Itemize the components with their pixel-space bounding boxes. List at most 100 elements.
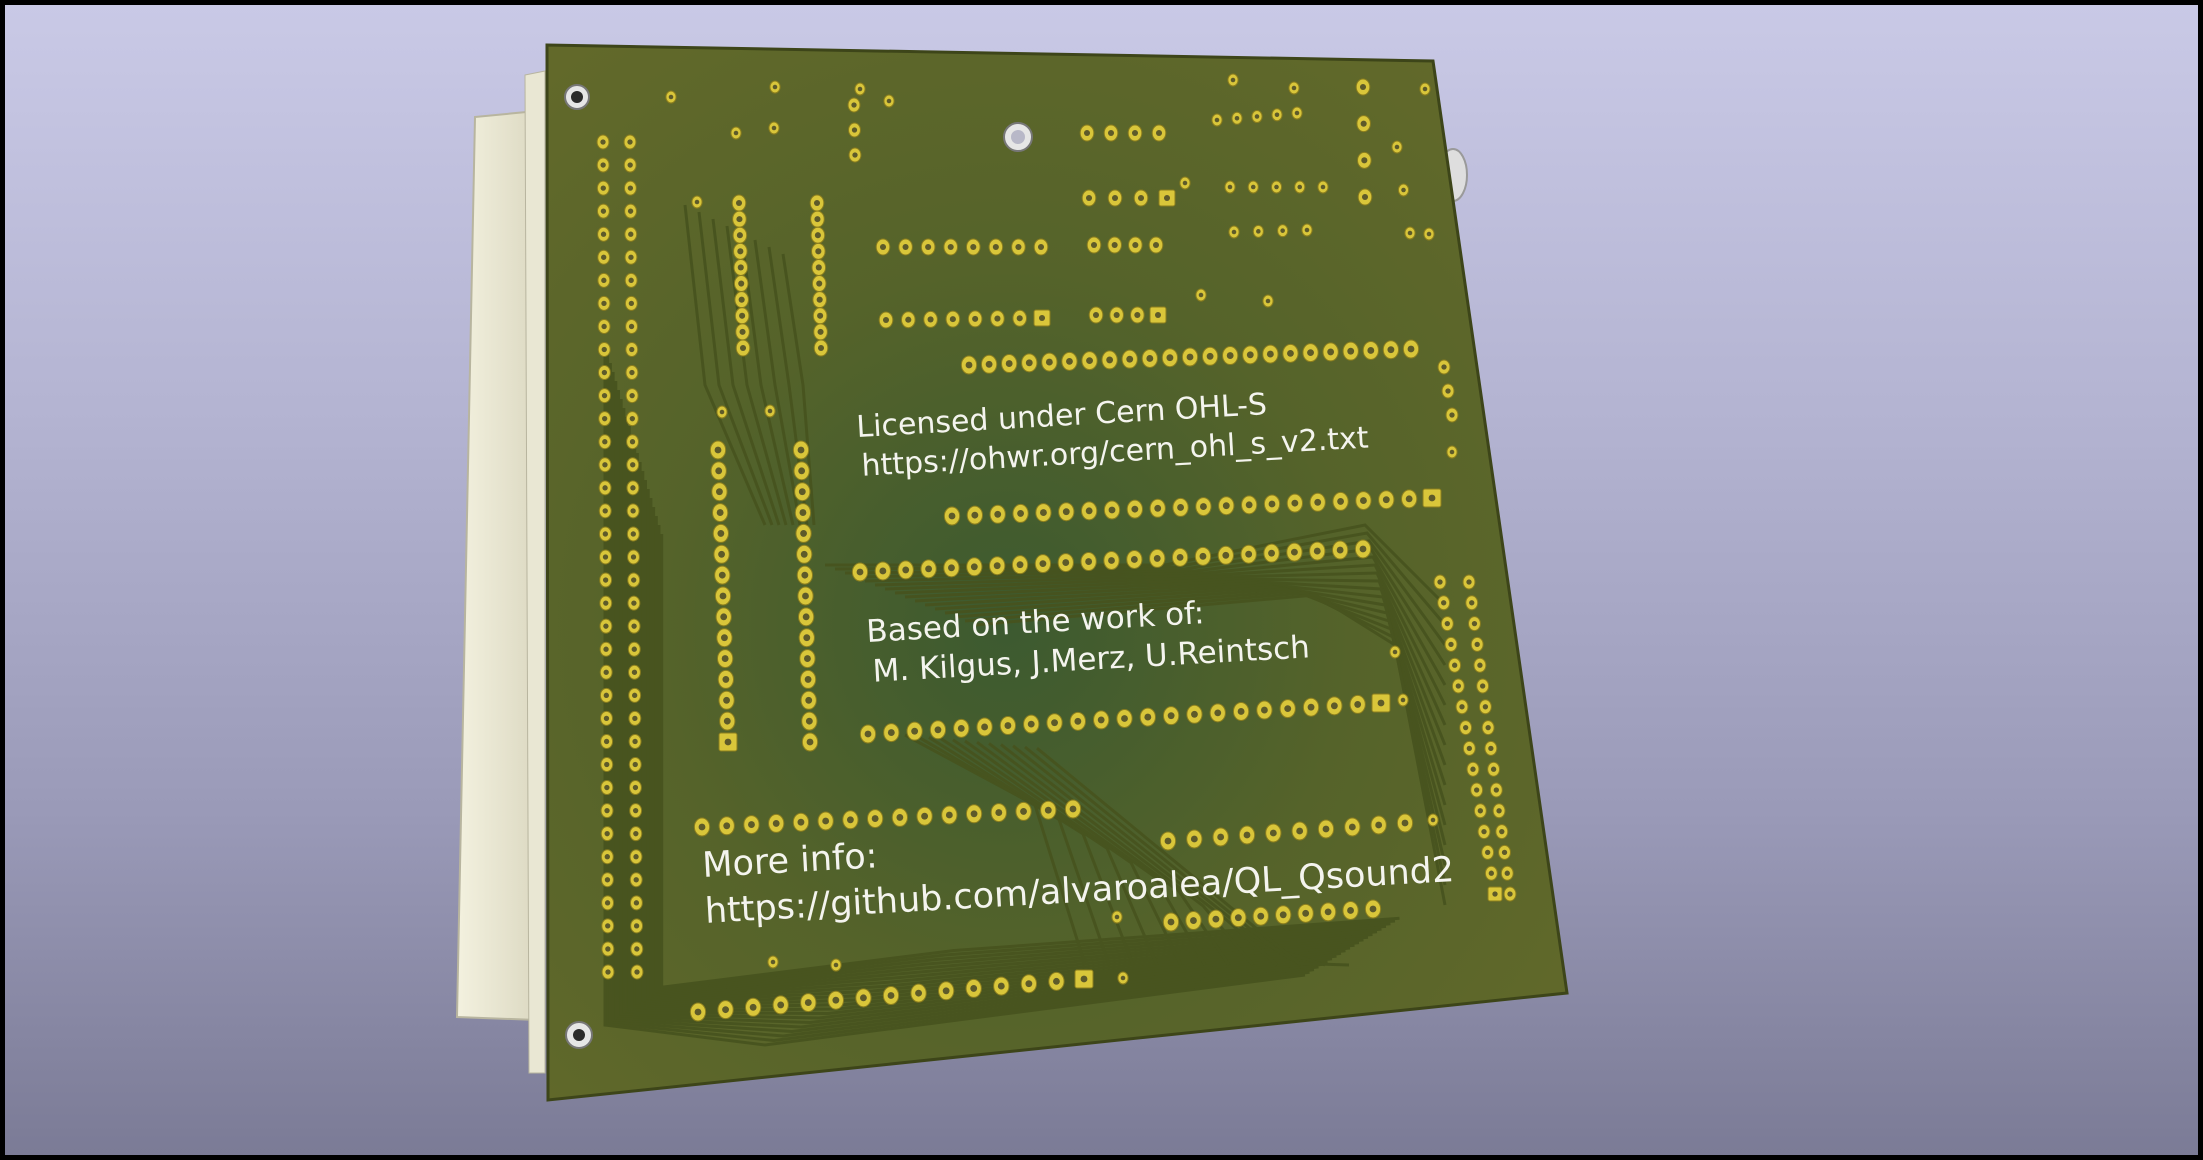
pad-hole — [603, 669, 609, 675]
pad-hole — [852, 152, 858, 158]
pad-hole — [1199, 552, 1207, 560]
pad-hole — [631, 600, 637, 606]
pad-hole — [1040, 509, 1047, 516]
pad-hole — [800, 530, 807, 537]
pad-hole — [1256, 229, 1261, 234]
pad-hole — [1445, 388, 1451, 394]
pad-hole — [631, 669, 638, 675]
pad-hole — [694, 1008, 702, 1016]
pad-hole — [601, 369, 608, 376]
pad-hole — [1361, 157, 1368, 164]
pad-hole — [631, 577, 637, 583]
pad-hole — [1360, 497, 1367, 504]
pad-hole — [1279, 911, 1287, 919]
edge-connector-side — [524, 70, 546, 1074]
pad-hole — [1466, 745, 1472, 752]
pad-hole — [601, 254, 607, 260]
pad-hole — [1437, 579, 1443, 585]
pad-hole — [1131, 129, 1139, 137]
pad-hole — [1449, 449, 1455, 455]
pad-hole — [1496, 808, 1502, 814]
pad-hole — [1039, 560, 1047, 568]
pad-hole — [1113, 311, 1120, 319]
pad-hole — [1111, 194, 1119, 202]
pad-hole — [1441, 364, 1447, 370]
pad-hole — [927, 316, 934, 323]
pad-hole — [737, 264, 744, 271]
pad-hole — [985, 360, 993, 368]
pad-hole — [1474, 641, 1480, 648]
pad-hole — [949, 316, 956, 323]
pad-hole — [771, 125, 777, 131]
pad-hole — [1444, 620, 1450, 627]
pad-hole — [1212, 915, 1220, 923]
pad-hole — [1382, 496, 1390, 504]
pad-hole — [804, 676, 812, 683]
pad-hole — [1322, 825, 1330, 833]
pad-hole — [816, 280, 823, 287]
pad-hole — [1268, 500, 1276, 508]
pad-hole — [1214, 709, 1222, 717]
pad-hole — [602, 462, 608, 468]
pad-hole — [921, 812, 929, 820]
pad-hole — [1490, 766, 1497, 772]
3d-viewer-canvas[interactable]: Licensed under Cern OHL-S https://ohwr.o… — [5, 5, 2198, 1155]
pad-hole — [1246, 351, 1254, 359]
pad-hole — [915, 989, 922, 997]
pad-hole — [942, 987, 950, 995]
pad-hole — [1017, 510, 1024, 517]
pad-hole — [1038, 314, 1046, 322]
pad-hole — [799, 509, 807, 516]
pad-hole — [1359, 83, 1367, 91]
pad-hole — [879, 567, 887, 575]
pad-hole — [886, 98, 892, 104]
pad-hole — [798, 488, 806, 496]
pad-hole — [1155, 129, 1163, 137]
pad-hole — [1387, 346, 1395, 354]
pad-hole — [629, 392, 635, 399]
pad-hole — [717, 530, 725, 537]
pad-hole — [814, 216, 821, 223]
pad-hole — [1407, 345, 1415, 353]
pad-hole — [601, 300, 607, 307]
pad-hole — [1284, 705, 1292, 713]
pad-hole — [1111, 241, 1118, 249]
pad-hole — [1493, 787, 1499, 793]
pad-hole — [1307, 703, 1315, 711]
pad-hole — [1144, 713, 1152, 721]
pad-hole — [722, 676, 730, 683]
pad-hole — [724, 738, 732, 746]
pad-hole — [698, 823, 706, 831]
pad-hole — [911, 727, 919, 735]
pad-hole — [1348, 823, 1356, 831]
pad-hole — [1407, 230, 1413, 236]
pad-hole — [628, 323, 635, 330]
pad-hole — [1455, 683, 1461, 689]
pad-hole — [800, 550, 808, 558]
pad-hole — [600, 139, 606, 145]
pad-hole — [1401, 187, 1406, 193]
pad-hole — [767, 408, 773, 414]
pad-hole — [604, 877, 611, 883]
pad-hole — [1291, 85, 1297, 91]
pad-hole — [629, 439, 636, 445]
pad-hole — [722, 1006, 729, 1014]
pad-hole — [1137, 194, 1145, 202]
pad-hole — [723, 696, 730, 704]
pad-hole — [1274, 184, 1279, 190]
pad-hole — [720, 613, 728, 621]
pad-hole — [739, 312, 746, 319]
pad-hole — [1226, 352, 1234, 359]
pad-hole — [630, 531, 636, 537]
pad-hole — [1501, 849, 1508, 856]
pad-hole — [632, 692, 638, 698]
pad-hole — [948, 564, 955, 572]
pad-hole — [860, 994, 867, 1002]
pad-hole — [945, 811, 953, 819]
pad-hole — [604, 831, 610, 837]
pad-hole — [1448, 641, 1454, 648]
pad-hole — [1167, 918, 1175, 926]
pad-hole — [630, 508, 636, 514]
pad-hole — [633, 900, 640, 906]
pad-hole — [1227, 184, 1233, 190]
